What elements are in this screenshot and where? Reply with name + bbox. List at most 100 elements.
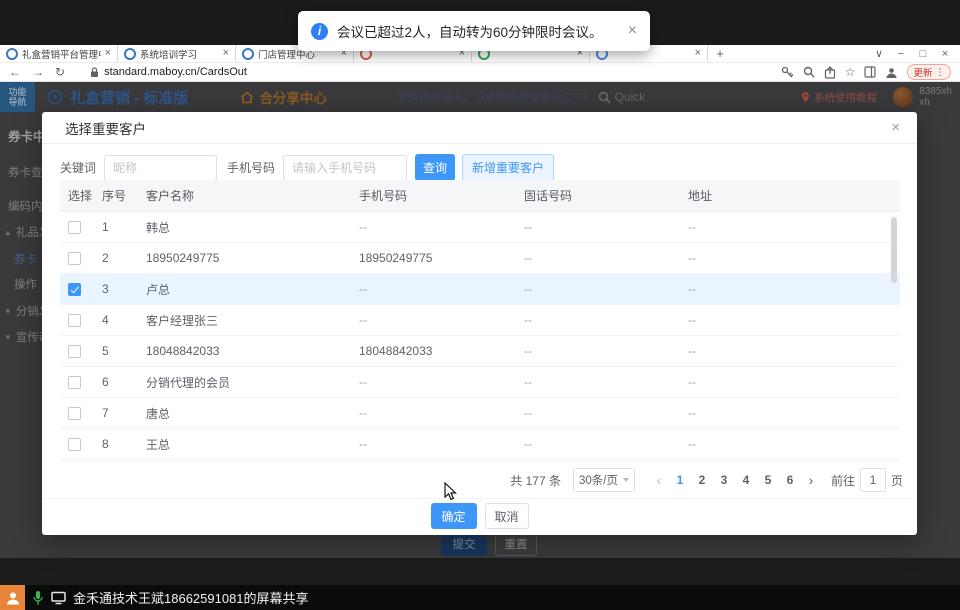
page-number[interactable]: 6 <box>779 468 801 492</box>
tab-close-icon[interactable]: × <box>105 48 111 59</box>
filter-bar: 关键词 手机号码 查询 新增重要客户 <box>42 144 917 181</box>
sidebar-item[interactable]: ▼分销发 <box>4 303 42 319</box>
row-checkbox[interactable] <box>68 438 81 451</box>
sidebar-item-label: 分销发 <box>16 303 42 319</box>
page-number[interactable]: 2 <box>691 468 713 492</box>
url-bar: ← → ↻ standard.maboy.cn/CardsOut ☆ 更新 ⋮ <box>0 63 960 82</box>
cell-landline: -- <box>524 251 688 265</box>
cell-select <box>60 252 102 265</box>
search-button[interactable]: 查询 <box>415 154 455 181</box>
prev-page-icon[interactable]: ‹ <box>649 472 669 488</box>
cell-landline: -- <box>524 375 688 389</box>
browser-update-button[interactable]: 更新 ⋮ <box>907 64 951 80</box>
brand: 礼盒营销 - 标准版 <box>47 87 188 108</box>
brand-logo-icon <box>47 89 63 105</box>
tab-close-icon[interactable]: × <box>695 48 701 59</box>
back-icon[interactable]: ← <box>9 66 21 78</box>
screen: 礼盒营销平台管理中心×系统培训学习×门店管理中心×××× + ∨ − □ × ←… <box>0 0 960 610</box>
next-page-icon[interactable]: › <box>801 472 821 488</box>
dialog-footer: 确定 取消 <box>42 498 917 540</box>
page-number[interactable]: 4 <box>735 468 757 492</box>
sidebar-item[interactable]: 券卡 <box>14 251 37 267</box>
zoom-icon[interactable] <box>803 66 815 78</box>
toast-close-icon[interactable]: × <box>628 23 637 39</box>
row-checkbox[interactable] <box>68 345 81 358</box>
page-number[interactable]: 1 <box>669 468 691 492</box>
cell-phone: 18048842033 <box>359 344 524 358</box>
cell-select <box>60 283 102 296</box>
sidebar-item[interactable]: 编码内 <box>8 198 42 214</box>
more-menu-icon[interactable]: ⋮ <box>936 67 946 78</box>
minimize-icon[interactable]: − <box>890 48 912 60</box>
table-row[interactable]: 1韩总------ <box>60 212 900 243</box>
cancel-button[interactable]: 取消 <box>485 503 529 529</box>
table-row[interactable]: 7唐总------ <box>60 398 900 429</box>
confirm-button[interactable]: 确定 <box>431 503 477 529</box>
sidebar-item[interactable]: 操作 <box>14 276 37 292</box>
tab-close-icon[interactable]: × <box>223 48 229 59</box>
table-scrollbar[interactable] <box>891 217 897 283</box>
sidebar-item[interactable]: ▲礼品发 <box>4 224 42 240</box>
table-row[interactable]: 4客户经理张三------ <box>60 305 900 336</box>
add-customer-button[interactable]: 新增重要客户 <box>462 154 554 181</box>
row-checkbox[interactable] <box>68 407 81 420</box>
cell-name: 韩总 <box>146 219 359 236</box>
share-icon[interactable] <box>824 66 836 79</box>
table-row[interactable]: 3卢总------ <box>60 274 900 305</box>
key-icon[interactable] <box>781 66 794 79</box>
info-icon: i <box>311 23 328 40</box>
table-row[interactable]: 8王总------ <box>60 429 900 460</box>
row-checkbox[interactable] <box>68 283 81 296</box>
row-checkbox[interactable] <box>68 221 81 234</box>
profile-icon[interactable] <box>885 66 898 79</box>
user-name-main: 8385xh <box>919 86 952 97</box>
forward-icon[interactable]: → <box>32 66 44 78</box>
tutorial-link[interactable]: 系统使用教程 <box>801 90 877 105</box>
sidebar-item[interactable]: ▼宣传动 <box>4 329 42 345</box>
page-number[interactable]: 3 <box>713 468 735 492</box>
dialog-close-icon[interactable]: × <box>891 120 900 135</box>
keyword-input[interactable] <box>104 155 217 181</box>
goto-page-input[interactable] <box>860 468 886 492</box>
share-center-link[interactable]: 合分享中心 <box>240 87 327 107</box>
reload-icon[interactable]: ↻ <box>55 66 65 78</box>
sidepanel-icon[interactable] <box>864 66 876 78</box>
table-row[interactable]: 21895024977518950249775---- <box>60 243 900 274</box>
page-size-select[interactable]: 30条/页 <box>573 468 635 492</box>
window-close-icon[interactable]: × <box>934 48 956 60</box>
tab-label: 系统培训学习 <box>140 47 219 61</box>
cell-no: 5 <box>102 344 146 358</box>
nav-toggle-button[interactable]: 功能导航 <box>0 82 35 112</box>
quick-tip: 更快捷的券卡、订单和快递查询入口 ☞ <box>397 89 590 105</box>
tree-arrow-icon: ▲ <box>4 228 12 237</box>
browser-tab[interactable]: 系统培训学习 × <box>118 45 236 62</box>
bookmark-star-icon[interactable]: ☆ <box>845 66 856 78</box>
sidebar-item-label: 操作 <box>14 276 37 292</box>
phone-label: 手机号码 <box>227 159 275 176</box>
address-field[interactable]: standard.maboy.cn/CardsOut <box>90 66 247 78</box>
column-header: 地址 <box>688 187 900 204</box>
quick-search[interactable]: Quick <box>598 90 646 104</box>
maximize-icon[interactable]: □ <box>912 48 934 60</box>
row-checkbox[interactable] <box>68 376 81 389</box>
sidebar-item[interactable]: 券卡查 <box>8 164 42 180</box>
cell-landline: -- <box>524 406 688 420</box>
phone-input[interactable] <box>283 155 407 181</box>
cell-select <box>60 221 102 234</box>
sidebar-item[interactable]: 券卡中 <box>8 126 42 145</box>
page-number[interactable]: 5 <box>757 468 779 492</box>
new-tab-button[interactable]: + <box>708 45 732 62</box>
user-box[interactable]: 8385xh xh <box>893 86 952 108</box>
row-checkbox[interactable] <box>68 314 81 327</box>
table-row[interactable]: 6分销代理的会员------ <box>60 367 900 398</box>
avatar[interactable] <box>893 87 913 107</box>
screen-share-bar: 金禾通技术王斌18662591081的屏幕共享 <box>0 585 960 610</box>
table-row[interactable]: 51804884203318048842033---- <box>60 336 900 367</box>
row-checkbox[interactable] <box>68 252 81 265</box>
column-header: 客户名称 <box>146 187 359 204</box>
cell-address: -- <box>688 282 900 296</box>
browser-tab[interactable]: 礼盒营销平台管理中心× <box>0 45 118 62</box>
pointing-hand-icon: ☞ <box>579 90 590 104</box>
cell-phone: -- <box>359 437 524 451</box>
tab-search-icon[interactable]: ∨ <box>868 47 890 60</box>
